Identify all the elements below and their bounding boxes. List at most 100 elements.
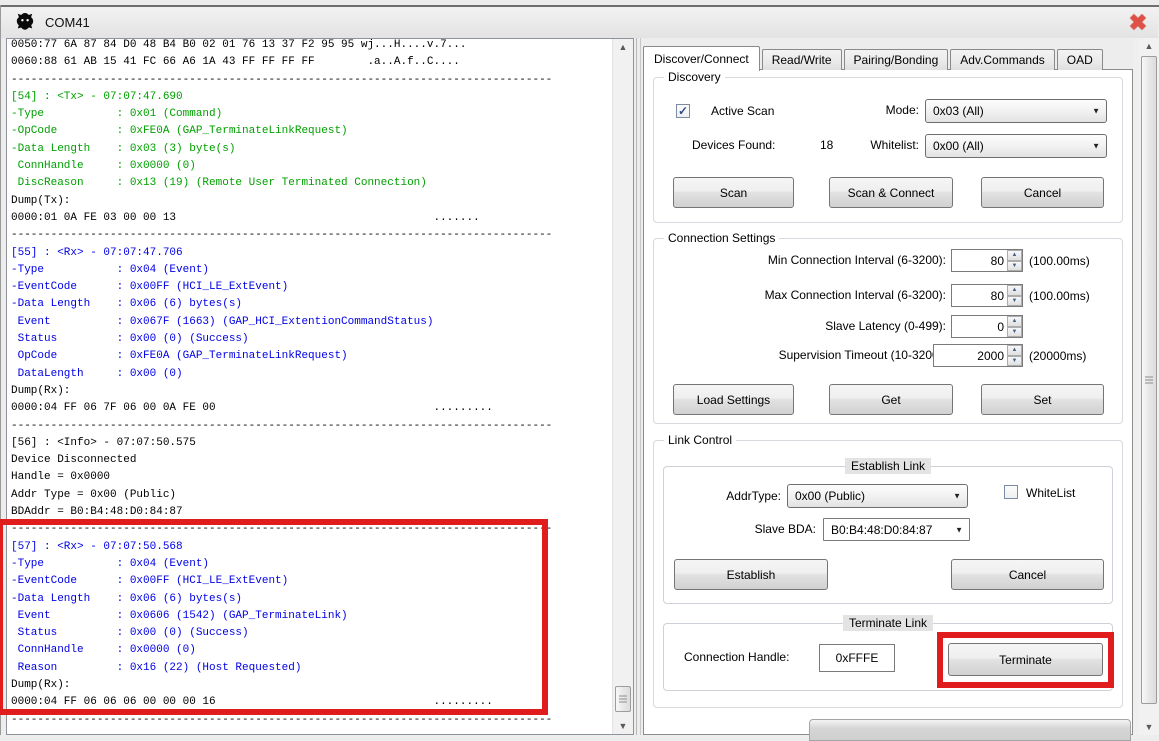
log-line: [56] : <Info> - 07:07:50.575: [11, 435, 609, 452]
panel-scrollbar-thumb[interactable]: [1141, 56, 1157, 704]
panel-divider-2: [640, 38, 641, 735]
log-scrollbar-thumb[interactable]: [615, 686, 631, 712]
log-line: -Data Length : 0x03 (3) byte(s): [11, 141, 609, 158]
supervision-timeout-label: Supervision Timeout (10-3200):: [704, 348, 946, 363]
tab-page-discover-connect: Discovery ✓ Active Scan Mode: 0x03 (All)…: [643, 69, 1133, 735]
spin-down-icon[interactable]: ▼: [1007, 261, 1022, 272]
whitelist-label: Whitelist:: [824, 138, 919, 153]
log-line: Event : 0x067F (1663) (GAP_HCI_Extention…: [11, 314, 609, 331]
log-line: -Type : 0x04 (Event): [11, 262, 609, 279]
link-control-group-label: Link Control: [664, 433, 736, 447]
slave-bda-label: Slave BDA:: [716, 522, 816, 537]
scroll-up-icon[interactable]: ▲: [613, 39, 633, 55]
mode-dropdown[interactable]: 0x03 (All) ▼: [925, 99, 1107, 123]
log-line: ----------------------------------------…: [11, 72, 609, 89]
slave-latency-spinner[interactable]: 0 ▲▼: [951, 315, 1023, 338]
max-interval-value: 80: [952, 285, 1007, 306]
load-settings-button[interactable]: Load Settings: [673, 384, 794, 415]
close-icon[interactable]: ✖: [1126, 10, 1150, 36]
min-interval-label: Min Connection Interval (6-3200):: [704, 253, 946, 268]
chevron-down-icon: ▼: [953, 492, 961, 501]
whitelist-checkbox[interactable]: [1004, 485, 1018, 499]
log-line: DataLength : 0x00 (0): [11, 366, 609, 383]
establish-link-title: Establish Link: [845, 458, 931, 474]
log-scrollbar[interactable]: ▲ ▼: [612, 39, 633, 734]
log-line: Addr Type = 0x00 (Public): [11, 487, 609, 504]
get-button[interactable]: Get: [829, 384, 953, 415]
log-line: 0050:77 6A 87 84 D0 48 B4 B0 02 01 76 13…: [11, 38, 609, 54]
annotation-rect-terminate: [937, 632, 1114, 688]
scrollbar-grip: [619, 696, 627, 703]
tab-adv-commands[interactable]: Adv.Commands: [950, 49, 1054, 70]
log-line: Dump(Rx):: [11, 383, 609, 400]
spin-down-icon[interactable]: ▼: [1007, 327, 1022, 338]
spin-up-icon[interactable]: ▲: [1007, 250, 1022, 261]
terminate-link-title: Terminate Link: [843, 615, 933, 631]
connection-handle-input[interactable]: [819, 644, 895, 672]
window-title: COM41: [45, 15, 90, 30]
max-interval-label: Max Connection Interval (6-3200):: [704, 288, 946, 303]
scroll-down-icon[interactable]: ▼: [613, 718, 633, 734]
addrtype-dropdown-value: 0x00 (Public): [795, 489, 865, 503]
log-line: -EventCode : 0x00FF (HCI_LE_ExtEvent): [11, 279, 609, 296]
spin-up-icon[interactable]: ▲: [1007, 345, 1022, 356]
log-line: 0000:01 0A FE 03 00 00 13 .......: [11, 210, 609, 227]
slave-latency-value: 0: [952, 316, 1007, 337]
max-interval-spinner[interactable]: 80 ▲▼: [951, 284, 1023, 307]
active-scan-label: Active Scan: [711, 104, 774, 119]
addrtype-dropdown[interactable]: 0x00 (Public) ▼: [787, 484, 968, 508]
supervision-timeout-spinner[interactable]: 2000 ▲▼: [933, 344, 1023, 367]
log-line: -Type : 0x01 (Command): [11, 106, 609, 123]
min-interval-spinner[interactable]: 80 ▲▼: [951, 249, 1023, 272]
log-line: ----------------------------------------…: [11, 418, 609, 435]
chevron-down-icon: ▼: [1092, 142, 1100, 151]
scan-button[interactable]: Scan: [673, 177, 794, 208]
ti-logo-icon: [13, 11, 37, 35]
establish-cancel-button[interactable]: Cancel: [951, 559, 1104, 590]
min-interval-suffix: (100.00ms): [1029, 254, 1090, 269]
mode-label: Mode:: [824, 103, 919, 118]
log-line: 0000:04 FF 06 7F 06 00 0A FE 00 ........…: [11, 400, 609, 417]
tab-read-write[interactable]: Read/Write: [762, 49, 842, 70]
connection-handle-label: Connection Handle:: [684, 650, 789, 665]
log-line: ----------------------------------------…: [11, 227, 609, 244]
scroll-down-icon[interactable]: ▼: [1139, 719, 1159, 735]
establish-button[interactable]: Establish: [674, 559, 828, 590]
discovery-group-label: Discovery: [664, 70, 725, 84]
scrollbar-grip: [1145, 377, 1153, 384]
log-line: OpCode : 0xFE0A (GAP_TerminateLinkReques…: [11, 348, 609, 365]
log-line: ConnHandle : 0x0000 (0): [11, 158, 609, 175]
whitelist-dropdown[interactable]: 0x00 (All) ▼: [925, 134, 1107, 158]
tab-bar: Discover/ConnectRead/WritePairing/Bondin…: [643, 46, 1105, 70]
chevron-down-icon: ▼: [1092, 107, 1100, 116]
connection-settings-group-label: Connection Settings: [664, 231, 779, 245]
scan-connect-button[interactable]: Scan & Connect: [829, 177, 953, 208]
spin-up-icon[interactable]: ▲: [1007, 285, 1022, 296]
log-line: Handle = 0x0000: [11, 469, 609, 486]
max-interval-suffix: (100.00ms): [1029, 289, 1090, 304]
supervision-timeout-suffix: (20000ms): [1029, 349, 1086, 364]
panel-scrollbar[interactable]: ▲ ▼: [1139, 38, 1159, 735]
log-line: Dump(Tx):: [11, 193, 609, 210]
checkmark-icon: ✓: [678, 105, 688, 117]
chevron-down-icon: ▼: [955, 525, 963, 534]
scroll-up-icon[interactable]: ▲: [1139, 38, 1159, 54]
panel-divider: [636, 38, 637, 735]
log-line: [54] : <Tx> - 07:07:47.690: [11, 89, 609, 106]
spin-down-icon[interactable]: ▼: [1007, 296, 1022, 307]
discovery-cancel-button[interactable]: Cancel: [981, 177, 1104, 208]
log-line: -Data Length : 0x06 (6) bytes(s): [11, 296, 609, 313]
slave-bda-dropdown[interactable]: B0:B4:48:D0:84:87 ▼: [823, 518, 970, 541]
supervision-timeout-value: 2000: [934, 345, 1007, 366]
tab-pairing-bonding[interactable]: Pairing/Bonding: [844, 49, 949, 70]
set-button[interactable]: Set: [981, 384, 1104, 415]
whitelist-checkbox-label: WhiteList: [1026, 486, 1075, 501]
log-line: Device Disconnected: [11, 452, 609, 469]
spin-down-icon[interactable]: ▼: [1007, 356, 1022, 367]
active-scan-checkbox[interactable]: ✓: [676, 104, 690, 118]
tab-discover-connect[interactable]: Discover/Connect: [643, 46, 760, 71]
tab-oad[interactable]: OAD: [1057, 49, 1103, 70]
devices-found-label: Devices Found:: [692, 138, 775, 153]
spin-up-icon[interactable]: ▲: [1007, 316, 1022, 327]
partial-bottom-button[interactable]: [809, 719, 1131, 741]
